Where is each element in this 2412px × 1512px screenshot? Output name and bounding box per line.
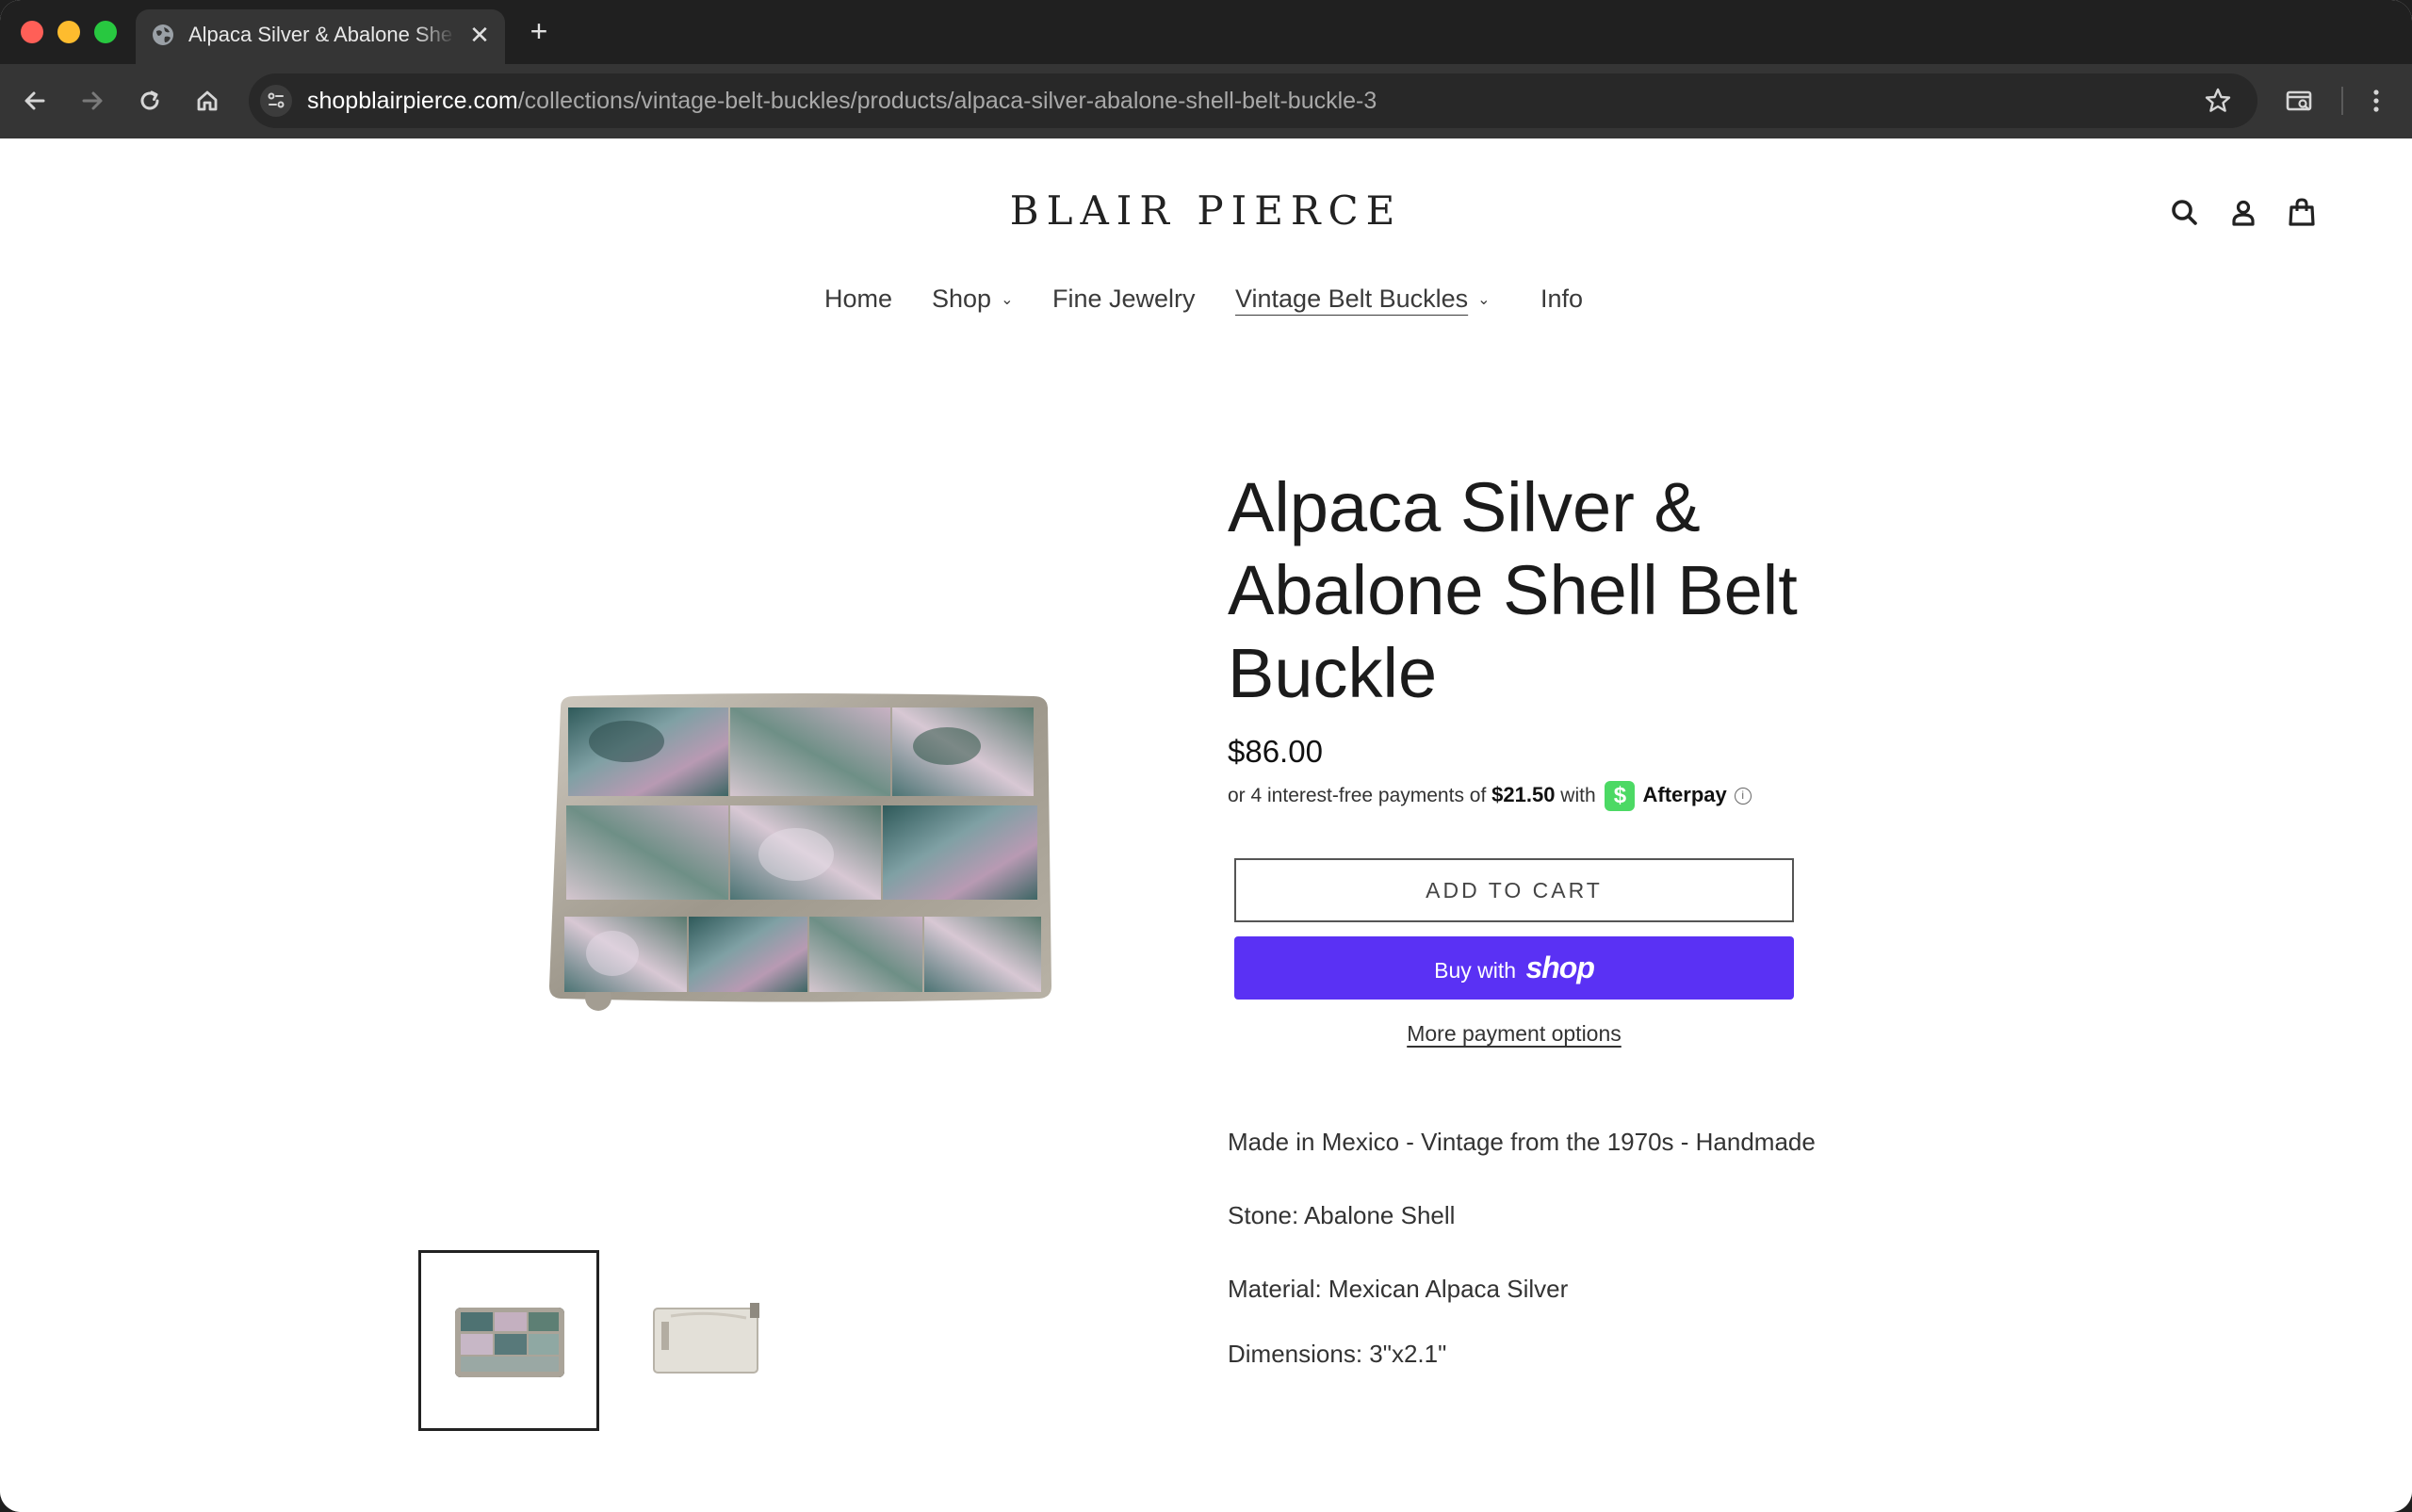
nav-shop[interactable]: Shop ⌄ (932, 283, 1013, 320)
url-path: /collections/vintage-belt-buckles/produc… (517, 88, 1377, 114)
close-window-button[interactable] (21, 21, 43, 43)
afterpay-prefix: or 4 interest-free payments of (1228, 785, 1487, 806)
nav-fine-jewelry[interactable]: Fine Jewelry (1052, 283, 1196, 320)
url-host: shopblairpierce.com (307, 88, 518, 114)
nav-vintage-belt-buckles-label: Vintage Belt Buckles (1235, 285, 1469, 313)
browser-tab[interactable]: Alpaca Silver & Abalone Shell Belt Buckl… (136, 9, 505, 64)
cart-icon[interactable] (2284, 195, 2320, 231)
url-text: shopblairpierce.com/collections/vintage-… (307, 87, 1377, 115)
product-title: Alpaca Silver & Abalone Shell Belt Buckl… (1228, 468, 1798, 712)
nav-home[interactable]: Home (824, 283, 892, 320)
search-icon[interactable] (2167, 195, 2203, 231)
tab-title-fade (415, 19, 456, 51)
maximize-window-button[interactable] (94, 21, 117, 43)
afterpay-amount: $21.50 (1491, 783, 1556, 806)
product-main-image[interactable] (542, 675, 1065, 1019)
thumbnail-back[interactable] (614, 1250, 795, 1431)
browser-window: Alpaca Silver & Abalone Shell Belt Buckl… (0, 0, 2412, 1512)
nav-info-label: Info (1540, 285, 1584, 313)
nav-home-label: Home (824, 285, 893, 313)
main-nav: Home Shop ⌄ Fine Jewelry Vintage Belt Buc… (0, 283, 2412, 320)
store-logo[interactable]: BLAIR PIERCE (0, 187, 2412, 234)
info-icon[interactable]: i (1734, 788, 1752, 805)
nav-info[interactable]: Info (1540, 283, 1583, 320)
shop-pay-logo: shop (1525, 951, 1594, 984)
new-tab-button[interactable]: + (524, 16, 554, 47)
bookmark-star-icon[interactable] (2202, 85, 2234, 117)
nav-vintage-belt-buckles[interactable]: Vintage Belt Buckles ⌄ (1235, 283, 1491, 320)
buy-with-label: Buy with (1434, 958, 1517, 983)
store-page: BLAIR PIERCE Home Shop ⌄ Fine Jewelry Vin… (0, 138, 2412, 1512)
afterpay-brand: Afterpay (1642, 783, 1727, 806)
site-info-icon[interactable] (260, 85, 292, 117)
description-dimensions: Dimensions: 3"x2.1" (1228, 1340, 1447, 1368)
chevron-down-icon: ⌄ (1001, 292, 1014, 308)
toolbar-separator (2341, 87, 2343, 115)
product-price: $86.00 (1228, 734, 1323, 769)
chevron-down-icon: ⌄ (1477, 292, 1491, 308)
nav-fine-jewelry-label: Fine Jewelry (1052, 285, 1196, 313)
back-icon[interactable] (17, 83, 53, 119)
minimize-window-button[interactable] (57, 21, 80, 43)
close-tab-icon[interactable]: ✕ (467, 23, 492, 47)
tab-title: Alpaca Silver & Abalone Shell Belt Buckl… (188, 23, 452, 46)
address-bar[interactable]: shopblairpierce.com/collections/vintage-… (249, 73, 2257, 128)
afterpay-message: or 4 interest-free payments of $21.50 wi… (1228, 778, 1752, 812)
more-payment-options-link[interactable]: More payment options (1234, 1021, 1794, 1047)
description-material: Material: Mexican Alpaca Silver (1228, 1275, 1569, 1303)
home-icon[interactable] (189, 83, 225, 119)
description-stone: Stone: Abalone Shell (1228, 1201, 1456, 1229)
thumbnail-front-image (455, 1308, 564, 1377)
tab-search-icon[interactable] (2281, 83, 2317, 119)
thumbnail-front[interactable] (418, 1250, 599, 1431)
nav-shop-label: Shop (932, 285, 992, 313)
afterpay-logo-icon: $ (1605, 781, 1636, 812)
browser-toolbar: shopblairpierce.com/collections/vintage-… (0, 64, 2412, 138)
account-icon[interactable] (2225, 195, 2261, 231)
afterpay-with: with (1560, 785, 1596, 806)
buy-with-shop-button[interactable]: Buy with shop (1234, 936, 1794, 1000)
reload-icon[interactable] (132, 83, 168, 119)
menu-kebab-icon[interactable] (2358, 83, 2394, 119)
forward-icon[interactable] (74, 83, 110, 119)
globe-icon (153, 24, 173, 45)
add-to-cart-button[interactable]: ADD TO CART (1234, 858, 1794, 922)
thumbnail-back-image (653, 1303, 759, 1374)
description-line: Made in Mexico - Vintage from the 1970s … (1228, 1128, 1816, 1156)
tab-strip: Alpaca Silver & Abalone Shell Belt Buckl… (0, 0, 2412, 64)
